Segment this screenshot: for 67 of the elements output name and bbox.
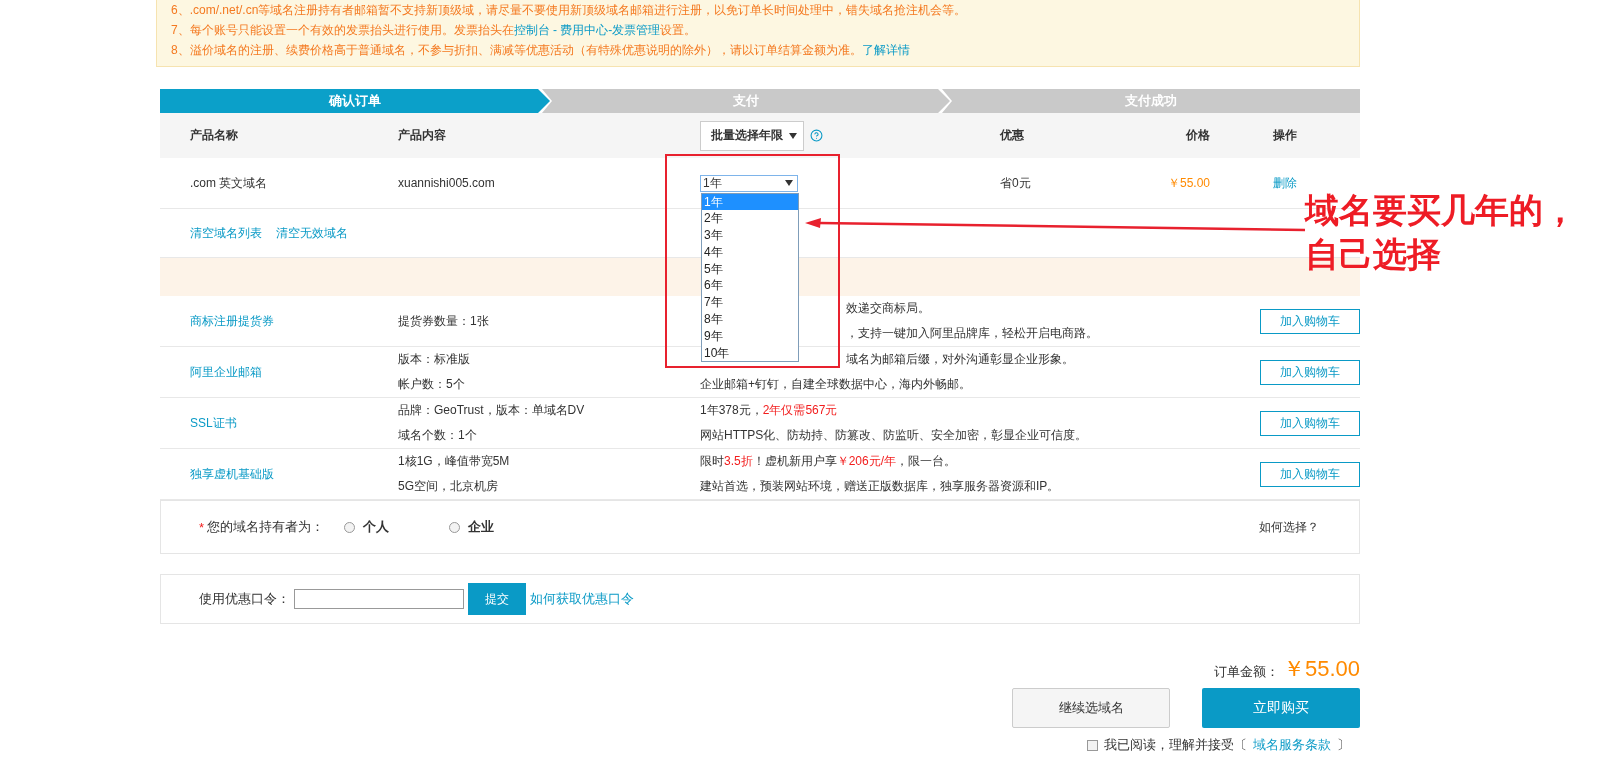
coupon-help-link[interactable]: 如何获取优惠口令 (530, 590, 634, 608)
coupon-label: 使用优惠口令： (199, 590, 290, 608)
add-to-cart-button[interactable]: 加入购物车 (1260, 308, 1360, 334)
product-name: .com 英文域名 (190, 174, 269, 192)
product-description: 限时3.5折！虚机新用户享￥206元/年，限一台。 (700, 453, 957, 470)
caret-icon (785, 180, 793, 186)
column-header: 价格 (1185, 127, 1210, 144)
product-link[interactable]: SSL证书 (190, 414, 398, 432)
radio-label: 个人 (363, 518, 390, 536)
caret-icon (789, 132, 797, 139)
continue-button[interactable]: 继续选域名 (1012, 688, 1170, 728)
annotation-text: 自己选择 (1305, 234, 1442, 275)
discount-text: 省0元 (1000, 174, 1032, 192)
agree-checkbox[interactable] (1087, 739, 1098, 751)
help-icon[interactable] (810, 129, 823, 142)
total-amount: ￥55.00 (1282, 655, 1360, 683)
add-to-cart-button[interactable]: 加入购物车 (1260, 410, 1360, 436)
help-text: 如何选择？ (1259, 518, 1319, 536)
coupon-input-field[interactable] (294, 589, 464, 609)
notice-link[interactable]: 控制台 - 费用中心-发票管理 (513, 23, 661, 37)
bracket-text: 〕 (1337, 736, 1350, 754)
radio-button[interactable] (449, 521, 461, 533)
notice-link[interactable]: 了解详情 (861, 43, 910, 57)
required-mark: * (199, 519, 205, 535)
progress-step: 确认订单 (160, 89, 550, 113)
column-header: 操作 (1272, 127, 1298, 144)
product-detail: 提货券数量：1张 (398, 312, 489, 330)
product-detail: 5G空间，北京机房 (398, 478, 498, 495)
column-header: 优惠 (1000, 127, 1025, 144)
product-description: 效递交商标局。 (846, 300, 930, 317)
product-link[interactable]: 阿里企业邮箱 (190, 363, 398, 381)
product-description: 域名为邮箱后缀，对外沟通彰显企业形象。 (846, 351, 1074, 368)
product-detail: 域名个数：1个 (398, 427, 477, 444)
clear-list-link[interactable]: 清空无效域名 (276, 224, 348, 242)
product-description: 企业邮箱+钉钉，自建全球数据中心，海内外畅邮。 (700, 376, 971, 393)
owner-label: 您的域名持有者为： (207, 518, 325, 536)
terms-link[interactable]: 域名服务条款 (1253, 736, 1331, 754)
notice-line: 6、.com/.net/.cn等域名注册持有者邮箱暂不支持新顶级域，请尽量不要使用新顶级域名邮箱进行注册，以免订单长时间处理中，错失域名抢注机会等。 (171, 2, 968, 19)
price-text: ￥55.00 (1166, 174, 1210, 192)
clear-list-link[interactable]: 清空域名列表 (190, 224, 262, 242)
add-to-cart-button[interactable]: 加入购物车 (1260, 461, 1360, 487)
product-link[interactable]: 独享虚机基础版 (190, 465, 398, 483)
radio-button[interactable] (344, 521, 356, 533)
add-to-cart-button[interactable]: 加入购物车 (1260, 359, 1360, 385)
product-content: xuannishi005.com (398, 176, 496, 190)
product-description: 网站HTTPS化、防劫持、防篡改、防监听、安全加密，彰显企业可信度。 (700, 427, 1088, 444)
buy-button[interactable]: 立即购买 (1202, 688, 1360, 728)
batch-year-select[interactable]: 批量选择年限 (700, 120, 804, 151)
product-description: 1年378元，2年仅需567元 (700, 402, 838, 419)
product-link[interactable]: 商标注册提货券 (190, 312, 398, 330)
column-header: 产品内容 (398, 127, 447, 144)
product-description: 建站首选，预装网站环境，赠送正版数据库，独享服务器资源和IP。 (700, 478, 1060, 495)
product-detail: 版本：标准版 (398, 351, 470, 368)
delete-link[interactable]: 删除 (1273, 175, 1297, 190)
product-detail: 1核1G，峰值带宽5M (398, 453, 510, 470)
notice-line: 8、溢价域名的注册、续费价格高于普通域名，不参与折扣、满减等优惠活动（有特殊优惠说明的除外），请以订单结算金额为准。了解详情 (171, 42, 911, 59)
submit-button[interactable]: 提交 (468, 583, 526, 615)
product-detail: 帐户数：5个 (398, 376, 465, 393)
radio-label: 企业 (468, 518, 495, 536)
product-description: ，支持一键加入阿里品牌库，轻松开启电商路。 (846, 325, 1098, 342)
agree-text: 我已阅读，理解并接受〔 (1104, 736, 1247, 754)
total-label: 订单金额： (1213, 663, 1279, 681)
product-detail: 品牌：GeoTrust，版本：单域名DV (398, 402, 585, 419)
notice-line: 7、每个账号只能设置一个有效的发票抬头进行使用。发票抬头在控制台 - 费用中心-发票管理设置。 (171, 22, 698, 39)
annotation-text: 域名要买几年的， (1305, 190, 1577, 231)
column-header: 产品名称 (190, 127, 239, 144)
year-option[interactable]: 1年 (702, 193, 798, 211)
